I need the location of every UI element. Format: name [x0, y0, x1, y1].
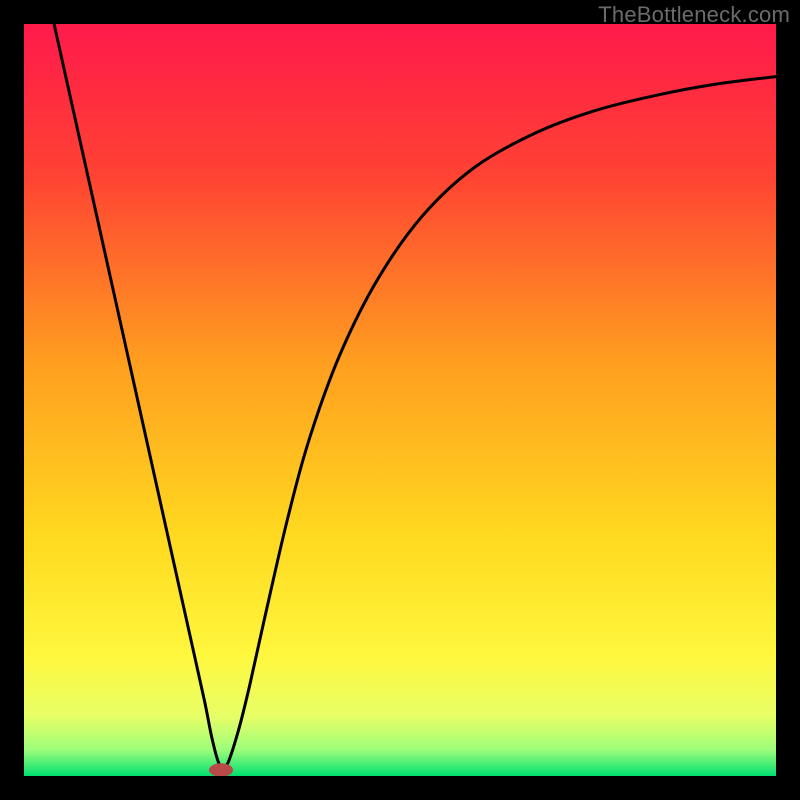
watermark-text: TheBottleneck.com: [598, 2, 790, 28]
chart-frame: [24, 24, 776, 776]
bottleneck-chart: [24, 24, 776, 776]
